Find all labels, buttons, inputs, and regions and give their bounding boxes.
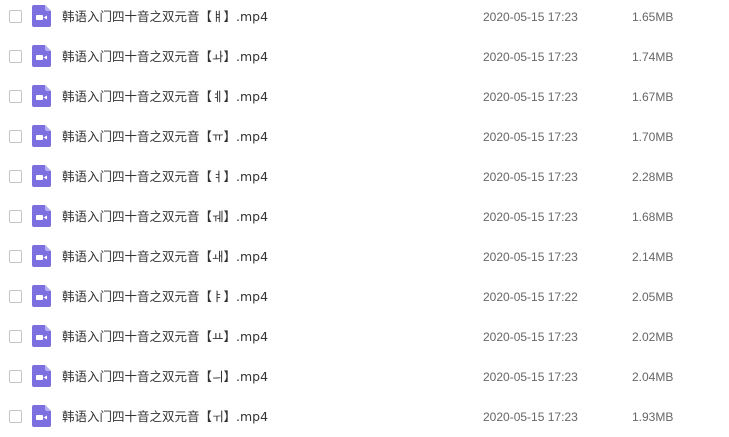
file-size: 1.68MB	[632, 210, 674, 224]
file-modified-date: 2020-05-15 17:22	[483, 290, 578, 304]
video-file-icon[interactable]	[32, 405, 51, 427]
file-row[interactable]: 韩语入门四十音之双元音【ㅟ】.mp4 2020-05-15 17:23 1.93…	[0, 397, 729, 437]
video-file-icon[interactable]	[32, 165, 51, 187]
file-size: 2.28MB	[632, 170, 674, 184]
row-checkbox[interactable]	[9, 50, 22, 63]
file-row[interactable]: 韩语入门四十音之双元音【ㅢ】.mp4 2020-05-15 17:23 2.04…	[0, 357, 729, 397]
row-checkbox[interactable]	[9, 130, 22, 143]
row-checkbox[interactable]	[9, 90, 22, 103]
video-file-icon[interactable]	[32, 125, 51, 147]
file-row[interactable]: 韩语入门四十音之双元音【ㅕ】.mp4 2020-05-15 17:23 2.28…	[0, 157, 729, 197]
file-modified-date: 2020-05-15 17:23	[483, 90, 578, 104]
row-checkbox[interactable]	[9, 250, 22, 263]
row-checkbox[interactable]	[9, 170, 22, 183]
video-file-icon[interactable]	[32, 5, 51, 27]
file-row[interactable]: 韩语入门四十音之双元音【ㅠ】.mp4 2020-05-15 17:23 1.70…	[0, 117, 729, 157]
file-row[interactable]: 韩语入门四十音之双元音【ㅛ】.mp4 2020-05-15 17:23 2.02…	[0, 317, 729, 357]
file-modified-date: 2020-05-15 17:23	[483, 50, 578, 64]
file-name[interactable]: 韩语入门四十音之双元音【ㅒ】.mp4	[62, 8, 268, 26]
file-name[interactable]: 韩语入门四十音之双元音【ㅘ】.mp4	[62, 48, 268, 66]
file-name[interactable]: 韩语入门四十音之双元音【ㅠ】.mp4	[62, 128, 268, 146]
file-size: 1.74MB	[632, 50, 674, 64]
file-row[interactable]: 韩语入门四十音之双元音【ㅞ】.mp4 2020-05-15 17:23 1.68…	[0, 197, 729, 237]
file-size: 2.02MB	[632, 330, 674, 344]
file-modified-date: 2020-05-15 17:23	[483, 370, 578, 384]
video-file-icon[interactable]	[32, 325, 51, 347]
file-row[interactable]: 韩语入门四十音之双元音【ㅖ】.mp4 2020-05-15 17:23 1.67…	[0, 77, 729, 117]
file-name[interactable]: 韩语入门四十音之双元音【ㅑ】.mp4	[62, 288, 268, 306]
row-checkbox[interactable]	[9, 330, 22, 343]
file-name[interactable]: 韩语入门四十音之双元音【ㅢ】.mp4	[62, 368, 268, 386]
file-row[interactable]: 韩语入门四十音之双元音【ㅑ】.mp4 2020-05-15 17:22 2.05…	[0, 277, 729, 317]
file-name[interactable]: 韩语入门四十音之双元音【ㅖ】.mp4	[62, 88, 268, 106]
file-modified-date: 2020-05-15 17:23	[483, 410, 578, 424]
file-modified-date: 2020-05-15 17:23	[483, 10, 578, 24]
file-size: 2.04MB	[632, 370, 674, 384]
file-size: 1.65MB	[632, 10, 674, 24]
video-file-icon[interactable]	[32, 45, 51, 67]
file-name[interactable]: 韩语入门四十音之双元音【ㅛ】.mp4	[62, 328, 268, 346]
file-size: 2.14MB	[632, 250, 674, 264]
row-checkbox[interactable]	[9, 290, 22, 303]
file-size: 1.67MB	[632, 90, 674, 104]
file-name[interactable]: 韩语入门四十音之双元音【ㅕ】.mp4	[62, 168, 268, 186]
video-file-icon[interactable]	[32, 245, 51, 267]
file-size: 1.93MB	[632, 410, 674, 424]
video-file-icon[interactable]	[32, 205, 51, 227]
file-row[interactable]: 韩语入门四十音之双元音【ㅙ】.mp4 2020-05-15 17:23 2.14…	[0, 237, 729, 277]
row-checkbox[interactable]	[9, 410, 22, 423]
video-file-icon[interactable]	[32, 85, 51, 107]
file-list: 韩语入门四十音之双元音【ㅒ】.mp4 2020-05-15 17:23 1.65…	[0, 0, 729, 431]
row-checkbox[interactable]	[9, 210, 22, 223]
file-name[interactable]: 韩语入门四十音之双元音【ㅙ】.mp4	[62, 248, 268, 266]
file-row[interactable]: 韩语入门四十音之双元音【ㅒ】.mp4 2020-05-15 17:23 1.65…	[0, 0, 729, 37]
file-modified-date: 2020-05-15 17:23	[483, 130, 578, 144]
row-checkbox[interactable]	[9, 370, 22, 383]
file-modified-date: 2020-05-15 17:23	[483, 170, 578, 184]
video-file-icon[interactable]	[32, 365, 51, 387]
file-modified-date: 2020-05-15 17:23	[483, 210, 578, 224]
row-checkbox[interactable]	[9, 10, 22, 23]
file-size: 1.70MB	[632, 130, 674, 144]
video-file-icon[interactable]	[32, 285, 51, 307]
file-row[interactable]: 韩语入门四十音之双元音【ㅘ】.mp4 2020-05-15 17:23 1.74…	[0, 37, 729, 77]
file-name[interactable]: 韩语入门四十音之双元音【ㅞ】.mp4	[62, 208, 268, 226]
file-modified-date: 2020-05-15 17:23	[483, 250, 578, 264]
file-size: 2.05MB	[632, 290, 674, 304]
file-name[interactable]: 韩语入门四十音之双元音【ㅟ】.mp4	[62, 408, 268, 426]
file-modified-date: 2020-05-15 17:23	[483, 330, 578, 344]
